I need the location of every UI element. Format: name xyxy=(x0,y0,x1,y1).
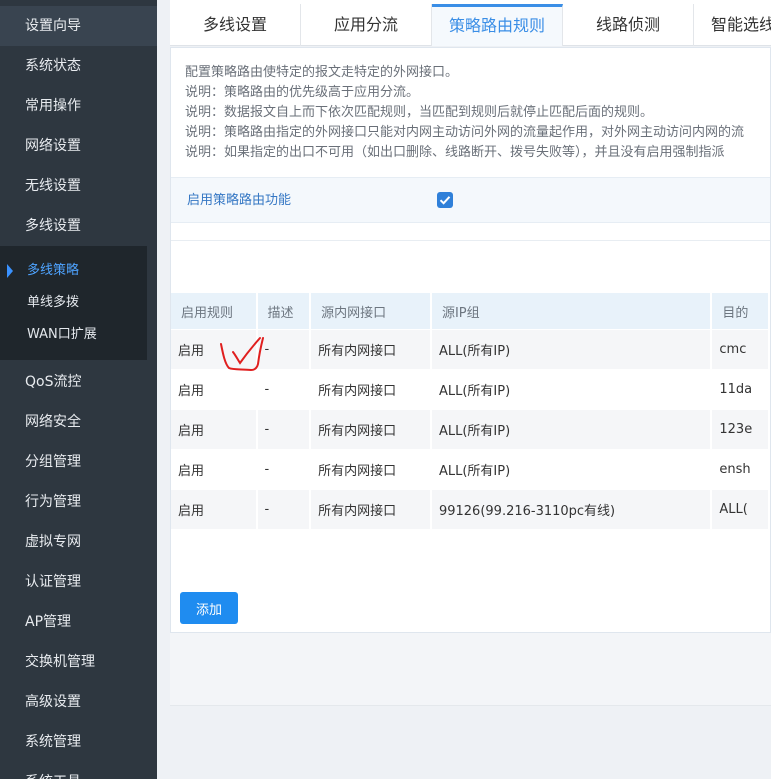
description-line: 配置策略路由使特定的报文走特定的外网接口。 xyxy=(185,65,459,80)
cell-source-ip-group: ALL(所有IP) xyxy=(431,369,713,409)
table-row[interactable]: 启用 - 所有内网接口 ALL(所有IP) 123e xyxy=(171,409,770,449)
policy-rules-table: 启用规则 描述 源内网接口 源IP组 目的 启用 - 所有内网接口 ALL(所有… xyxy=(171,293,770,529)
submenu-item-multiline-policy[interactable]: 多线策略 xyxy=(0,255,147,287)
policy-routing-panel: 配置策略路由使特定的报文走特定的外网接口。 说明：策略路由的优先级高于应用分流。… xyxy=(170,47,771,633)
tab-multiline-settings[interactable]: 多线设置 xyxy=(170,4,301,46)
enable-policy-routing-checkbox[interactable] xyxy=(437,192,453,208)
sidebar-item-common-operations[interactable]: 常用操作 xyxy=(0,86,157,126)
tab-policy-routing-rules[interactable]: 策略路由规则 xyxy=(432,4,563,46)
sidebar-item-network-security[interactable]: 网络安全 xyxy=(0,402,157,442)
sidebar-item-network-settings[interactable]: 网络设置 xyxy=(0,126,157,166)
enable-policy-routing-label: 启用策略路由功能 xyxy=(187,193,292,208)
cell-description: - xyxy=(257,449,312,489)
cell-source-interface: 所有内网接口 xyxy=(311,409,432,449)
description-line: 说明：策略路由指定的外网接口只能对内网主动访问外网的流量起作用，对外网主动访问内… xyxy=(185,125,745,140)
sidebar-item-behavior-management[interactable]: 行为管理 xyxy=(0,482,157,522)
cell-description: - xyxy=(257,369,312,409)
cell-destination: ALL( xyxy=(712,489,770,529)
sidebar-item-setup-wizard[interactable]: 设置向导 xyxy=(0,6,157,46)
cell-enable: 启用 xyxy=(171,449,258,489)
submenu-item-single-line-multi-dial[interactable]: 单线多拨 xyxy=(0,287,147,319)
add-rule-button[interactable]: 添加 xyxy=(180,592,238,624)
sidebar-item-system-tools[interactable]: 系统工具 xyxy=(0,762,157,779)
description-line: 说明：策略路由的优先级高于应用分流。 xyxy=(185,85,420,100)
cell-enable: 启用 xyxy=(171,489,258,529)
sidebar-item-system-status[interactable]: 系统状态 xyxy=(0,46,157,86)
cell-source-ip-group: 99126(99.216-3110pc有线) xyxy=(431,489,713,529)
cell-destination: 123e xyxy=(712,409,770,449)
cell-destination: ensh xyxy=(712,449,770,489)
sidebar-item-group-management[interactable]: 分组管理 xyxy=(0,442,157,482)
submenu-item-label: 多线策略 xyxy=(27,263,80,278)
cell-source-ip-group: ALL(所有IP) xyxy=(431,409,713,449)
sidebar-item-vpn[interactable]: 虚拟专网 xyxy=(0,522,157,562)
submenu-item-wan-expansion[interactable]: WAN口扩展 xyxy=(0,319,147,351)
table-row[interactable]: 启用 - 所有内网接口 ALL(所有IP) ensh xyxy=(171,449,770,489)
sidebar-item-ap-management[interactable]: AP管理 xyxy=(0,602,157,642)
sidebar-item-auth-management[interactable]: 认证管理 xyxy=(0,562,157,602)
tab-smart-line-selection[interactable]: 智能选线 xyxy=(694,4,771,46)
table-row[interactable]: 启用 - 所有内网接口 99126(99.216-3110pc有线) ALL( xyxy=(171,489,770,529)
column-header-description[interactable]: 描述 xyxy=(257,293,312,329)
content-footer-area xyxy=(170,633,771,706)
column-header-destination[interactable]: 目的 xyxy=(712,293,770,329)
cell-description: - xyxy=(257,489,312,529)
table-row[interactable]: 启用 - 所有内网接口 ALL(所有IP) cmc xyxy=(171,329,770,369)
sidebar: 设置向导 系统状态 常用操作 网络设置 无线设置 多线设置 多线策略 单线多拨 … xyxy=(0,0,157,779)
tab-line-detection[interactable]: 线路侦测 xyxy=(563,4,694,46)
cell-source-interface: 所有内网接口 xyxy=(311,329,432,369)
active-marker-icon xyxy=(7,264,13,278)
column-header-enable[interactable]: 启用规则 xyxy=(171,293,258,329)
cell-source-ip-group: ALL(所有IP) xyxy=(431,329,713,369)
cell-source-interface: 所有内网接口 xyxy=(311,369,432,409)
cell-destination: cmc xyxy=(712,329,770,369)
sidebar-item-multiline-settings[interactable]: 多线设置 xyxy=(0,206,157,246)
sidebar-item-advanced-settings[interactable]: 高级设置 xyxy=(0,682,157,722)
sidebar-item-wireless-settings[interactable]: 无线设置 xyxy=(0,166,157,206)
column-header-source-ip-group[interactable]: 源IP组 xyxy=(431,293,713,329)
cell-source-interface: 所有内网接口 xyxy=(311,449,432,489)
sidebar-item-system-management[interactable]: 系统管理 xyxy=(0,722,157,762)
enable-policy-routing-row: 启用策略路由功能 xyxy=(171,177,770,223)
cell-enable: 启用 xyxy=(171,369,258,409)
checkmark-icon xyxy=(439,196,451,205)
sidebar-item-qos[interactable]: QoS流控 xyxy=(0,362,157,402)
cell-destination: 11da xyxy=(712,369,770,409)
multiline-submenu: 多线策略 单线多拨 WAN口扩展 xyxy=(0,246,147,360)
cell-enable: 启用 xyxy=(171,409,258,449)
cell-source-interface: 所有内网接口 xyxy=(311,489,432,529)
cell-source-ip-group: ALL(所有IP) xyxy=(431,449,713,489)
cell-enable: 启用 xyxy=(171,329,258,369)
section-divider xyxy=(171,240,770,241)
column-header-source-interface[interactable]: 源内网接口 xyxy=(311,293,432,329)
tab-app-routing[interactable]: 应用分流 xyxy=(301,4,432,46)
cell-description: - xyxy=(257,329,312,369)
sidebar-item-switch-management[interactable]: 交换机管理 xyxy=(0,642,157,682)
tab-bar: 多线设置 应用分流 策略路由规则 线路侦测 智能选线 xyxy=(170,0,771,46)
table-row[interactable]: 启用 - 所有内网接口 ALL(所有IP) 11da xyxy=(171,369,770,409)
description-line: 说明：数据报文自上而下依次匹配规则，当匹配到规则后就停止匹配后面的规则。 xyxy=(185,105,654,120)
table-header-row: 启用规则 描述 源内网接口 源IP组 目的 xyxy=(171,293,770,329)
cell-description: - xyxy=(257,409,312,449)
description-line: 说明：如果指定的出口不可用（如出口删除、线路断开、拨号失败等），并且没有启用强制… xyxy=(185,145,725,160)
